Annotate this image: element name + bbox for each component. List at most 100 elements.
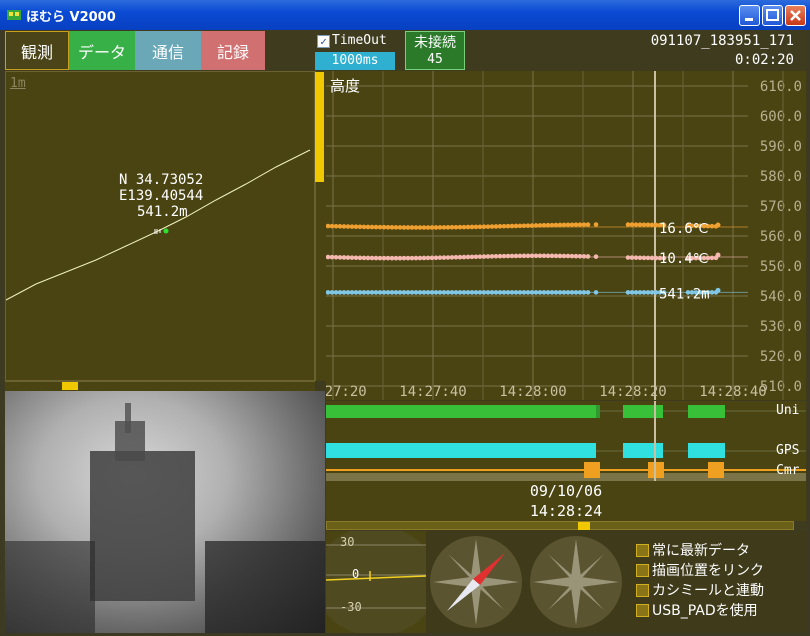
chart-point xyxy=(481,254,487,259)
minimize-button[interactable] xyxy=(739,5,760,26)
chart-point xyxy=(625,255,631,260)
chart-point xyxy=(345,255,351,260)
chart-point xyxy=(365,255,371,261)
chart-point xyxy=(525,253,531,259)
chart-title: 高度 xyxy=(330,77,361,95)
chart-point xyxy=(381,290,387,295)
chart-point xyxy=(485,224,491,229)
chart-point xyxy=(453,255,459,260)
chart-point xyxy=(409,225,415,230)
chart-series-label: 10.4℃ xyxy=(659,251,708,267)
chart-point xyxy=(441,225,447,230)
chart-point xyxy=(637,255,643,261)
chart-point xyxy=(469,224,475,230)
chart-point xyxy=(541,222,547,228)
chart-point xyxy=(645,290,651,295)
map-horizontal-scroll-thumb[interactable] xyxy=(62,382,78,390)
chart-point xyxy=(433,290,439,295)
maximize-button[interactable] xyxy=(762,5,783,26)
chart-point xyxy=(385,290,391,295)
timeline-scroll-thumb[interactable] xyxy=(578,522,590,530)
chart-point xyxy=(525,290,531,295)
chart-point xyxy=(505,290,511,295)
current-position-marker xyxy=(163,228,169,234)
session-stamp: 091107_183951_171 xyxy=(650,33,794,49)
chart-point xyxy=(509,223,515,229)
chart-point xyxy=(577,290,583,295)
option-checkbox-latest[interactable] xyxy=(636,544,649,557)
chart-point xyxy=(481,290,487,295)
chart-point xyxy=(333,223,339,229)
chart-point xyxy=(345,224,351,229)
close-button[interactable] xyxy=(785,5,806,26)
cmr-marker xyxy=(708,462,724,478)
chart-point xyxy=(585,254,591,259)
chart-point xyxy=(573,253,579,259)
chart-point xyxy=(561,253,567,259)
timeline-scrollbar[interactable] xyxy=(326,521,794,530)
option-checkbox-kashmir[interactable] xyxy=(636,584,649,597)
chart-point xyxy=(445,225,451,230)
chart-point xyxy=(529,253,535,259)
chart-point xyxy=(349,290,355,295)
chart-point xyxy=(326,223,331,229)
chart-point xyxy=(521,290,527,295)
chart-point xyxy=(513,290,519,295)
chart-xtick-label: 14:27:40 xyxy=(399,384,466,400)
chart-ytick-label: 550.0 xyxy=(760,259,802,275)
map-vertical-scroll-thumb[interactable] xyxy=(315,72,324,182)
chart-point xyxy=(485,290,491,295)
chart-point xyxy=(645,255,651,261)
option-checkbox-link[interactable] xyxy=(636,564,649,577)
tab-measure[interactable]: 観測 xyxy=(5,31,69,70)
chart-point xyxy=(537,223,543,228)
tab-data[interactable]: データ xyxy=(69,31,135,70)
chart-point xyxy=(353,255,359,261)
close-icon xyxy=(790,10,801,21)
timeout-checkbox[interactable]: ✓ xyxy=(317,35,330,48)
cursor-time: 14:28:24 xyxy=(529,502,603,520)
tab-comm[interactable]: 通信 xyxy=(135,31,201,70)
chart-point xyxy=(461,290,467,295)
chart-point xyxy=(465,254,471,260)
chart-point xyxy=(409,255,415,261)
chart-point xyxy=(625,222,631,227)
option-label-link: 描画位置をリンク xyxy=(652,563,764,579)
chart-ytick-label: 580.0 xyxy=(760,169,802,185)
option-checkbox-usbpad[interactable] xyxy=(636,604,649,617)
altitude-chart[interactable]: 610.0 600.0 590.0 580.0 570.0 560.0 550.0 540.0… xyxy=(326,71,806,400)
chart-point xyxy=(453,224,459,230)
chart-point xyxy=(549,222,555,228)
chart-point xyxy=(385,224,391,230)
timeout-value[interactable]: 1000ms xyxy=(315,52,395,70)
chart-point xyxy=(369,255,375,261)
gauge-tick-zero: 0 xyxy=(352,567,360,581)
chart-xtick-label: 14:28:00 xyxy=(499,384,566,400)
chart-point xyxy=(329,290,335,295)
chart-point xyxy=(465,290,471,295)
chart-xtick-label: 14:27:20 xyxy=(326,384,367,400)
chart-point xyxy=(337,290,343,295)
gauge-tick-top: 30 xyxy=(340,535,355,549)
chart-point xyxy=(361,290,367,295)
chart-point xyxy=(553,222,559,228)
map-horizontal-scrollbar[interactable] xyxy=(5,381,315,391)
chart-series-label: 16.6℃ xyxy=(659,221,708,237)
chart-point xyxy=(437,290,443,295)
chart-point xyxy=(497,224,503,229)
chart-point xyxy=(477,254,483,259)
chart-point xyxy=(641,290,647,295)
chart-point xyxy=(565,222,571,228)
chart-point xyxy=(401,255,407,261)
chart-point xyxy=(465,224,471,230)
tab-log[interactable]: 記録 xyxy=(201,31,265,70)
chart-point xyxy=(581,254,587,259)
map-scale-label: 1m xyxy=(10,76,26,91)
chart-point xyxy=(557,290,563,295)
chart-point xyxy=(541,290,547,295)
chart-point xyxy=(469,254,475,260)
track-map[interactable] xyxy=(5,71,315,381)
uni-lane-bar xyxy=(688,405,725,418)
gauge-tick-bottom: -30 xyxy=(340,600,362,614)
chart-point xyxy=(585,290,591,295)
